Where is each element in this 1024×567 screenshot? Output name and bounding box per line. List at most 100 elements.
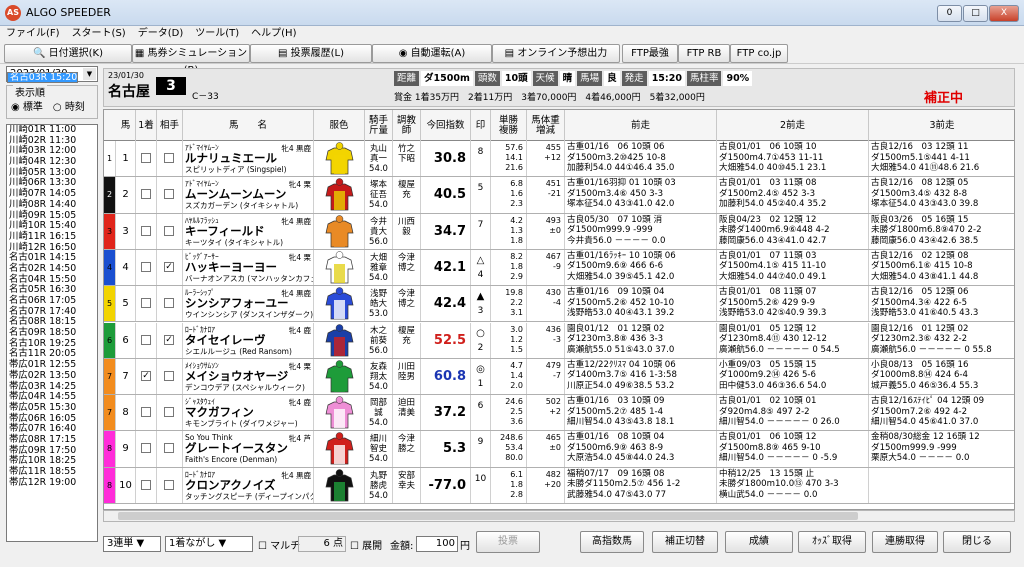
- prev-race-3[interactable]: [869, 468, 1014, 503]
- race-list[interactable]: 川崎01R 11:00 川崎02R 11:30 川崎03R 12:00 川崎04R 1…: [6, 72, 98, 542]
- menu-tools[interactable]: ツール(T): [189, 26, 245, 42]
- first-checkbox[interactable]: [141, 153, 151, 163]
- race-list-item[interactable]: 川崎08R 14:40: [7, 199, 97, 211]
- prev-race-1[interactable]: 古重01/16 08 10頭 04 ダ1500m6.9⑨ 463 8-9 大原浩54…: [565, 431, 717, 467]
- partner-checkbox[interactable]: [164, 189, 174, 200]
- prev-race-2[interactable]: 古良01/01 02 10頭 01 ダ920m4.8⑤ 497 2-2 細川智54.…: [717, 395, 869, 431]
- first-checkbox[interactable]: [141, 189, 151, 200]
- prev-race-3[interactable]: 金稍08/30総金 12 16頭 12 ダ1500m999.9 -999 栗原大54…: [869, 431, 1014, 466]
- close-button[interactable]: X: [989, 5, 1019, 22]
- expand-checkbox[interactable]: ☐ 展開: [350, 537, 382, 552]
- prev-race-1[interactable]: 古重01/16羽抑 01 10頭 03 ダ1500m3.4⑥ 450 3-3 塚本征…: [565, 177, 717, 213]
- scroll-thumb[interactable]: [118, 512, 858, 520]
- prev-race-3[interactable]: 小良08/13 05 16頭 16 ダ1000m8.8⑭ 424 6-4 城戸義55…: [869, 359, 1014, 394]
- horse-name-cell[interactable]: ﾛｰﾄﾞｶﾅﾛｱ クロンアクノイズ タッチングスピーチ (ディープインパクト) 牝4 …: [183, 467, 314, 503]
- prev-race-2[interactable]: 古良01/01 08 11頭 07 ダ1500m5.2⑥ 429 9-9 浅野皓53…: [717, 286, 869, 322]
- first-checkbox[interactable]: [141, 443, 151, 454]
- partner-checkbox[interactable]: [164, 407, 174, 418]
- mark-cell[interactable]: 5: [471, 177, 491, 213]
- bet-type-select[interactable]: 3連単 ▼: [103, 536, 161, 552]
- rensho-fetch-button[interactable]: 連勝取得: [872, 531, 938, 553]
- partner-checkbox[interactable]: ✓: [164, 334, 174, 345]
- prev-race-1[interactable]: 古良05/30 07 10頭 消ダ1500m999.9 -999 今井貴56.0 …: [565, 213, 717, 249]
- menu-data[interactable]: データ(D): [132, 26, 190, 42]
- prev-race-3[interactable]: 園良12/16 01 12頭 02 ダ1230m2.3⑥ 432 2-2 廣瀬航56…: [869, 323, 1014, 358]
- first-checkbox[interactable]: [141, 407, 151, 418]
- prev-race-3[interactable]: 古良12/16 05 12頭 06 ダ1500m4.3④ 422 6-5 浅野皓53…: [869, 286, 1014, 321]
- prev-race-1[interactable]: 古重01/16 06 10頭 06 ダ1500m3.2⑩425 10-8 加藤利54…: [565, 141, 717, 177]
- prev-race-1[interactable]: 古重12/22ｸﾘｽﾏ 04 10頭 06 ダ1400m3.7⑤ 416 1-3:…: [565, 358, 717, 395]
- prev-race-3[interactable]: 古良12/16 08 12頭 05 ダ1500m3.4⑤ 432 8-8 塚本征54…: [869, 177, 1014, 212]
- mark-cell[interactable]: 8: [471, 141, 491, 177]
- race-list-item[interactable]: 川崎11R 16:15: [7, 231, 97, 243]
- mark-cell[interactable]: 9: [471, 431, 491, 467]
- race-list-item[interactable]: 帯広05R 15:30: [7, 402, 97, 414]
- partner-checkbox[interactable]: [164, 225, 174, 236]
- radio-std[interactable]: ◉: [11, 102, 23, 113]
- results-button[interactable]: 成績: [725, 531, 793, 553]
- horse-name-cell[interactable]: ﾋﾞｯｸﾞｱｰｻｰ ハッキーヨーヨー バーナオンアスカ (マンハッタンカフェ) 牝4 …: [183, 249, 314, 286]
- vote-history-button[interactable]: ▤ 投票履歴(L): [250, 44, 372, 63]
- prev-race-3[interactable]: 古良12/16ｽﾃｲﾋﾟ 04 12頭 09 ダ1500m7.2⑥ 492 4-2…: [869, 395, 1014, 430]
- chevron-down-icon[interactable]: ▼: [83, 68, 96, 80]
- prev-race-2[interactable]: 古良01/01 06 10頭 10 ダ1500m4.7①453 11-11 大畑雅5…: [717, 141, 869, 177]
- prev-race-2[interactable]: 古良01/01 07 11頭 03 ダ1500m4.1⑤ 415 11-10 大畑雅…: [717, 249, 869, 286]
- partner-checkbox[interactable]: [164, 479, 174, 490]
- prev-race-2[interactable]: 阪良04/23 02 12頭 12 未勝ダ1400m6.9⑥448 4-2 藤岡康5…: [717, 213, 869, 249]
- online-output-button[interactable]: ▤ オンライン予想出力: [492, 44, 620, 63]
- horse-name-cell[interactable]: ｱﾄﾞﾏｲﾔﾑｰﾝ ムーンムーンムーン スズカガーデン (タイキシャトル) 牝4 栗: [183, 177, 314, 213]
- radio-time[interactable]: ○: [53, 102, 65, 113]
- prev-race-2[interactable]: 古良01/01 06 10頭 12 ダ1500m8.8⑨ 465 9-10 細川智5…: [717, 431, 869, 467]
- horse-name-cell[interactable]: ｼﾞｬｽﾀｳｪｲ マクガフィン キモンブライト (ダイワメジャー) 牝4 鹿: [183, 395, 314, 431]
- prev-race-3[interactable]: 古良12/16 03 12頭 11 ダ1500m5.1⑤441 4-11 大畑雅54…: [869, 141, 1014, 176]
- multi-checkbox[interactable]: ☐ マルチ: [258, 537, 300, 552]
- high-index-button[interactable]: 高指数馬: [580, 531, 644, 553]
- horizontal-scrollbar[interactable]: [103, 510, 1015, 522]
- date-select-button[interactable]: 🔍 日付選択(K): [4, 44, 132, 63]
- first-checkbox[interactable]: [141, 225, 151, 236]
- prev-race-2[interactable]: 小重09/03 05 15頭 15 ダ1000m9.2⑭ 426 5-6 田中健53…: [717, 358, 869, 395]
- first-checkbox[interactable]: [141, 479, 151, 490]
- baken-sim-button[interactable]: ▦ 馬券シミュレーション(B): [132, 44, 250, 76]
- first-checkbox[interactable]: [141, 298, 151, 309]
- ftp-rb-button[interactable]: FTP RB: [678, 44, 730, 63]
- partner-checkbox[interactable]: ✓: [164, 261, 174, 272]
- prev-race-1[interactable]: 古重01/16 03 10頭 09 ダ1500m5.2⑦ 485 1-4 細川智54…: [565, 395, 717, 431]
- ftp-cojp-button[interactable]: FTP co.jp: [730, 44, 788, 63]
- partner-checkbox[interactable]: [164, 443, 174, 454]
- bet-mode-select[interactable]: 1着ながし ▼: [165, 536, 253, 552]
- horse-name-cell[interactable]: So You Think グレートイースタン Faith's Encore (Den…: [183, 431, 314, 467]
- first-checkbox[interactable]: [141, 334, 151, 345]
- partner-checkbox[interactable]: [164, 370, 174, 381]
- race-list-item[interactable]: 帯広02R 13:50: [7, 370, 97, 382]
- partner-checkbox[interactable]: [164, 153, 174, 163]
- prev-race-1[interactable]: 園良01/12 01 12頭 02 ダ1230m3.8⑧ 436 3-3 廣瀬航55…: [565, 322, 717, 358]
- menu-start[interactable]: スタート(S): [66, 26, 132, 42]
- prev-race-2[interactable]: 園良01/01 05 12頭 12 ダ1230m8.4⑪ 430 12-12 廣瀬航…: [717, 322, 869, 358]
- amount-input[interactable]: 100: [416, 536, 458, 552]
- prev-race-2[interactable]: 中稍12/25 13 15頭 止未勝ダ1800m10.0⑬ 470 3-3 横山武…: [717, 467, 869, 503]
- menu-help[interactable]: ヘルプ(H): [245, 26, 302, 42]
- mark-cell[interactable]: ◎ 1: [471, 358, 491, 395]
- race-list-item[interactable]: 帯広12R 19:00: [7, 477, 97, 489]
- menu-file[interactable]: ファイル(F): [0, 26, 66, 42]
- horse-name-cell[interactable]: ｱﾄﾞﾏｲﾔﾑｰﾝ ルナリュミエール スピリットディア (Singspiel) 牝4 …: [183, 141, 314, 177]
- ftp-best-button[interactable]: FTP最強: [622, 44, 678, 63]
- horse-name-cell[interactable]: ﾛｰﾄﾞｶﾅﾛｱ タイセイレーヴ シエルルージュ (Red Ransom) 牝4 鹿: [183, 322, 314, 358]
- mark-cell[interactable]: △ 4: [471, 249, 491, 286]
- mark-cell[interactable]: ▲ 3: [471, 286, 491, 322]
- vote-button[interactable]: 投票: [476, 531, 540, 553]
- horse-name-cell[interactable]: ﾒｲｼｮｳｻﾑｿﾝ メイショウオヤージ デンコウデア (スペシャルウィーク) 牝4 栗: [183, 358, 314, 395]
- auto-vote-button[interactable]: ◉ 自動運転(A): [372, 44, 492, 63]
- odds-fetch-button[interactable]: ｵｯｽﾞ取得: [798, 531, 866, 553]
- horse-name-cell[interactable]: ﾊﾔﾙﾙﾌﾗｯｼｭ キーフィールド キーツタイ (タイキシャトル) 牝4 黒鹿: [183, 213, 314, 249]
- horse-name-cell[interactable]: ﾙｰﾗｰｼｯﾌﾟ シンシアフォーユー ウインシンシア (ダンスインザダーク) 牝4 黒…: [183, 286, 314, 322]
- prev-race-3[interactable]: 古良12/16 02 12頭 08 ダ1500m6.1⑥ 415 10-8 大畑雅5…: [869, 250, 1014, 285]
- prev-race-2[interactable]: 古良01/01 03 11頭 08 ダ1500m2.4⑤ 452 3-3 加藤利54…: [717, 177, 869, 213]
- first-checkbox[interactable]: ✓: [141, 370, 151, 381]
- close-window-button[interactable]: 閉じる: [943, 531, 1011, 553]
- prev-race-1[interactable]: 福稍07/17 09 16頭 08 未勝ダ1150m2.5⑦ 456 1-2 武藤雅…: [565, 467, 717, 503]
- hosei-toggle-button[interactable]: 補正切替: [652, 531, 718, 553]
- prev-race-3[interactable]: 阪良03/26 05 16頭 15 未勝ダ1800m6.8⑨470 2-2 藤岡康5…: [869, 214, 1014, 249]
- maximize-button[interactable]: □: [963, 5, 988, 22]
